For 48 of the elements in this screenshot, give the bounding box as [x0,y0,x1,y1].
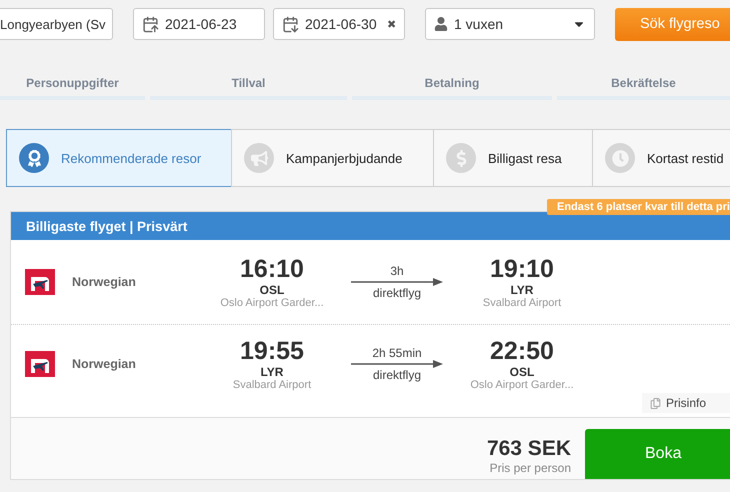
copy-icon [650,398,661,408]
seats-left-badge: Endast 6 platser kvar till detta pri [546,199,730,215]
airline-logo [25,269,55,295]
price: 763 SEK [486,437,571,461]
flight-duration: 3h [390,264,404,278]
arrival-time: 22:50 [490,338,554,364]
return-date-field[interactable]: 2021-06-30 ✖ [273,8,405,40]
price-info-button[interactable]: Prisinfo [642,393,730,413]
sort-tab[interactable]: Kortast restid [592,129,730,187]
progress-step: Bekräftelse [557,76,730,100]
airline-name: Norwegian [72,357,137,371]
offer-header: Billigaste flyget | Prisvärt [11,212,730,240]
progress-step: Betalning [352,76,552,100]
sort-tab[interactable]: Billigast resa [433,129,593,187]
arrow-icon [351,360,443,368]
price-note: Pris per person [490,461,571,475]
airport-name: Svalbard Airport [232,378,312,390]
departure-time: 16:10 [240,256,304,282]
arrow-icon [351,278,443,286]
airport-name: Svalbard Airport [482,296,562,308]
megaphone-icon [244,143,274,173]
departure-time: 19:55 [240,338,304,364]
progress-step: Tillval [150,76,347,100]
calendar-icon [282,16,299,32]
airport-code: OSL [260,282,284,296]
sort-tab[interactable]: Rekommenderade resor [6,129,232,187]
award-icon [19,143,49,173]
airport-code: LYR [510,282,534,296]
sort-tab[interactable]: Kampanjerbjudande [231,129,434,187]
airport-name: Oslo Airport Garder... [220,296,324,308]
airport-code: OSL [510,364,534,378]
stops-label: direktflyg [372,368,422,382]
arrival-time: 19:10 [490,256,554,282]
stops-label: direktflyg [372,286,422,300]
calendar-icon [142,16,159,32]
clock-icon [605,143,635,173]
airport-name: Oslo Airport Garder... [470,378,574,390]
flight-duration: 2h 55min [372,346,422,360]
airport-code: LYR [260,364,284,378]
user-icon [434,17,448,31]
airline-name: Norwegian [72,275,137,289]
passengers-dropdown[interactable]: 1 vuxen [425,8,595,40]
clear-button[interactable]: ✖ [387,18,396,30]
progress-step: Personuppgifter [0,76,145,100]
departure-date-field[interactable]: 2021-06-23 [133,8,265,40]
airline-logo [25,351,55,377]
origin-field[interactable]: Longyearbyen (Sv [0,8,113,40]
dollar-icon [446,143,476,173]
